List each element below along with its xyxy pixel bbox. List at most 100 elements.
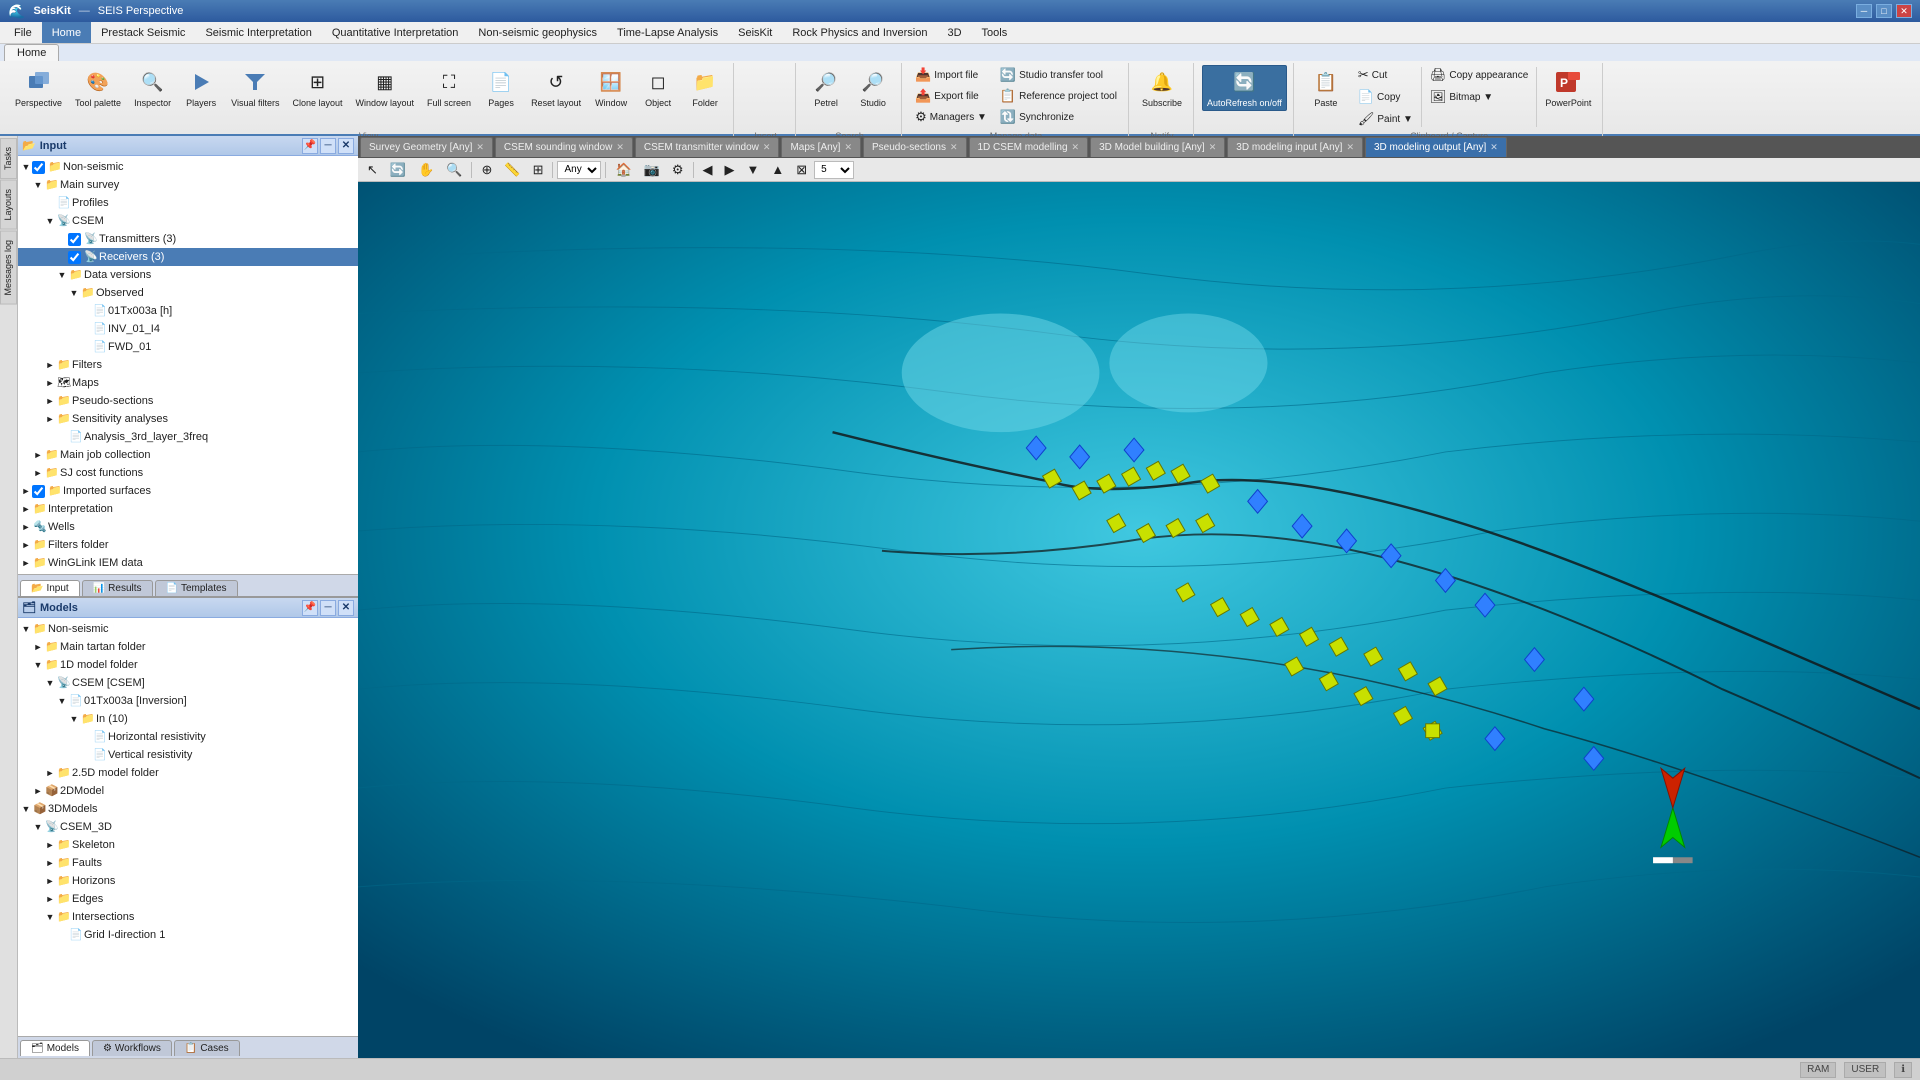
tree-arrow[interactable]: ▼ bbox=[32, 177, 44, 193]
perspective-button[interactable]: Perspective bbox=[10, 65, 67, 111]
tree-arrow[interactable]: ▼ bbox=[68, 285, 80, 301]
menu-home[interactable]: Home bbox=[42, 22, 91, 43]
window-button[interactable]: 🪟 Window bbox=[589, 65, 633, 111]
models-panel-minimize[interactable]: ─ bbox=[320, 600, 336, 616]
sidebar-tab-tasks[interactable]: Tasks bbox=[0, 138, 17, 179]
cursor-tool[interactable]: ↖ bbox=[362, 160, 383, 180]
step-select[interactable]: 5 10 1 bbox=[814, 161, 854, 179]
tree-item[interactable]: ►📁Edges bbox=[18, 890, 358, 908]
studio-transfer-button[interactable]: 🔄 Studio transfer tool bbox=[995, 65, 1122, 85]
petrel-search-button[interactable]: 🔎 Petrel bbox=[804, 65, 848, 111]
tree-checkbox[interactable] bbox=[68, 233, 81, 246]
tree-item[interactable]: 📄Profiles bbox=[18, 194, 358, 212]
tree-item[interactable]: ►📁Filters folder bbox=[18, 536, 358, 554]
view-btn-3[interactable]: ▼ bbox=[742, 160, 765, 180]
paint-button[interactable]: 🖌 Paint ▼ bbox=[1353, 109, 1418, 129]
tree-arrow[interactable]: ▼ bbox=[20, 621, 32, 637]
tree-arrow[interactable]: ► bbox=[20, 483, 32, 499]
pages-button[interactable]: 📄 Pages bbox=[479, 65, 523, 111]
tree-item[interactable]: ►📁WinGLink IEM data bbox=[18, 554, 358, 572]
tree-arrow[interactable]: ► bbox=[44, 873, 56, 889]
tree-item[interactable]: 📡Transmitters (3) bbox=[18, 230, 358, 248]
tree-item[interactable]: ►📁2.5D model folder bbox=[18, 764, 358, 782]
rotate-tool[interactable]: 🔄 bbox=[385, 160, 411, 180]
3d-canvas[interactable] bbox=[358, 182, 1920, 1058]
window-layout-button[interactable]: ▦ Window layout bbox=[351, 65, 420, 111]
tree-item[interactable]: ►📁Interpretation bbox=[18, 500, 358, 518]
doc-tab-close-1[interactable]: ✕ bbox=[616, 142, 624, 153]
models-panel-close[interactable]: ✕ bbox=[338, 600, 354, 616]
tree-arrow[interactable]: ► bbox=[44, 891, 56, 907]
tree-item[interactable]: 📄Grid I-direction 1 bbox=[18, 926, 358, 944]
tree-arrow[interactable]: ► bbox=[20, 537, 32, 553]
folder-button[interactable]: 📁 Folder bbox=[683, 65, 727, 111]
tree-arrow[interactable]: ▼ bbox=[56, 267, 68, 283]
tree-arrow[interactable]: ► bbox=[20, 555, 32, 571]
clone-layout-button[interactable]: ⊞ Clone layout bbox=[287, 65, 347, 111]
tree-arrow[interactable]: ► bbox=[44, 855, 56, 871]
tool-palette-button[interactable]: 🎨 Tool palette bbox=[70, 65, 126, 111]
tree-item[interactable]: ▼📁Data versions bbox=[18, 266, 358, 284]
tree-item[interactable]: ▼📁Intersections bbox=[18, 908, 358, 926]
ribbon-tab-home[interactable]: Home bbox=[4, 44, 59, 61]
tree-checkbox[interactable] bbox=[32, 485, 45, 498]
tree-item[interactable]: 📄01Tx003a [h] bbox=[18, 302, 358, 320]
camera-btn[interactable]: 📷 bbox=[639, 160, 665, 180]
input-panel-close[interactable]: ✕ bbox=[338, 138, 354, 154]
menu-3d[interactable]: 3D bbox=[937, 22, 971, 43]
paste-button[interactable]: 📋 Paste bbox=[1302, 65, 1350, 111]
tree-item[interactable]: ▼📡CSEM bbox=[18, 212, 358, 230]
view-btn-1[interactable]: ◀ bbox=[698, 160, 718, 180]
doc-tab-5[interactable]: 1D CSEM modelling✕ bbox=[969, 137, 1089, 157]
object-button[interactable]: ◻ Object bbox=[636, 65, 680, 111]
tree-arrow[interactable]: ► bbox=[20, 519, 32, 535]
export-file-button[interactable]: 📤 Export file bbox=[910, 86, 992, 106]
full-screen-button[interactable]: ⛶ Full screen bbox=[422, 65, 476, 111]
menu-nonseismic[interactable]: Non-seismic geophysics bbox=[468, 22, 607, 43]
tree-item[interactable]: ▼📁Main survey bbox=[18, 176, 358, 194]
view-btn-4[interactable]: ▲ bbox=[766, 160, 789, 180]
tree-item[interactable]: ►📁Main tartan folder bbox=[18, 638, 358, 656]
studio-search-button[interactable]: 🔎 Studio bbox=[851, 65, 895, 111]
tree-item[interactable]: ►🗺Maps bbox=[18, 374, 358, 392]
doc-tab-close-2[interactable]: ✕ bbox=[763, 142, 771, 153]
tree-arrow[interactable]: ▼ bbox=[44, 675, 56, 691]
tree-item[interactable]: ►📁Faults bbox=[18, 854, 358, 872]
doc-tab-3[interactable]: Maps [Any]✕ bbox=[781, 137, 861, 157]
menu-seiskit[interactable]: SeisKit bbox=[728, 22, 782, 43]
copy-appearance-button[interactable]: 🖨 Copy appearance bbox=[1425, 65, 1533, 85]
models-tab-models[interactable]: 🗂Models bbox=[20, 1040, 90, 1056]
tree-item[interactable]: ►📁Main job collection bbox=[18, 446, 358, 464]
settings-btn[interactable]: ⚙ bbox=[667, 160, 689, 180]
minimize-button[interactable]: ─ bbox=[1856, 4, 1872, 18]
tree-item[interactable]: ▼📡CSEM_3D bbox=[18, 818, 358, 836]
managers-button[interactable]: ⚙ Managers ▼ bbox=[910, 107, 992, 127]
cut-button[interactable]: ✂ Cut bbox=[1353, 65, 1418, 85]
view-btn-5[interactable]: ⊠ bbox=[791, 160, 812, 180]
doc-tab-8[interactable]: 3D modeling output [Any]✕ bbox=[1365, 137, 1507, 157]
snap-tool[interactable]: ⊞ bbox=[528, 160, 549, 180]
doc-tab-6[interactable]: 3D Model building [Any]✕ bbox=[1090, 137, 1225, 157]
tree-arrow[interactable]: ▼ bbox=[20, 159, 32, 175]
tree-item[interactable]: ▼📄01Tx003a [Inversion] bbox=[18, 692, 358, 710]
bitmap-button[interactable]: 🖼 Bitmap ▼ bbox=[1425, 87, 1533, 107]
tree-arrow[interactable]: ► bbox=[32, 447, 44, 463]
import-file-button[interactable]: 📥 Import file bbox=[910, 65, 992, 85]
close-button[interactable]: ✕ bbox=[1896, 4, 1912, 18]
tree-item[interactable]: ►📁SJ cost functions bbox=[18, 464, 358, 482]
models-tab-workflows[interactable]: ⚙Workflows bbox=[92, 1040, 172, 1056]
reference-project-button[interactable]: 📋 Reference project tool bbox=[995, 86, 1122, 106]
doc-tab-4[interactable]: Pseudo-sections✕ bbox=[863, 137, 966, 157]
tree-checkbox[interactable] bbox=[32, 161, 45, 174]
info-badge[interactable]: ℹ bbox=[1894, 1062, 1912, 1078]
doc-tab-1[interactable]: CSEM sounding window✕ bbox=[495, 137, 633, 157]
menu-tools[interactable]: Tools bbox=[972, 22, 1018, 43]
reset-layout-button[interactable]: ↺ Reset layout bbox=[526, 65, 586, 111]
tree-arrow[interactable]: ▼ bbox=[44, 213, 56, 229]
autorefresh-button[interactable]: 🔄 AutoRefresh on/off bbox=[1202, 65, 1287, 111]
tree-item[interactable]: ►📁Pseudo-sections bbox=[18, 392, 358, 410]
tree-arrow[interactable]: ▼ bbox=[44, 909, 56, 925]
maximize-button[interactable]: □ bbox=[1876, 4, 1892, 18]
menu-file[interactable]: File bbox=[4, 22, 42, 43]
input-tab-results[interactable]: 📊Results bbox=[82, 580, 153, 596]
